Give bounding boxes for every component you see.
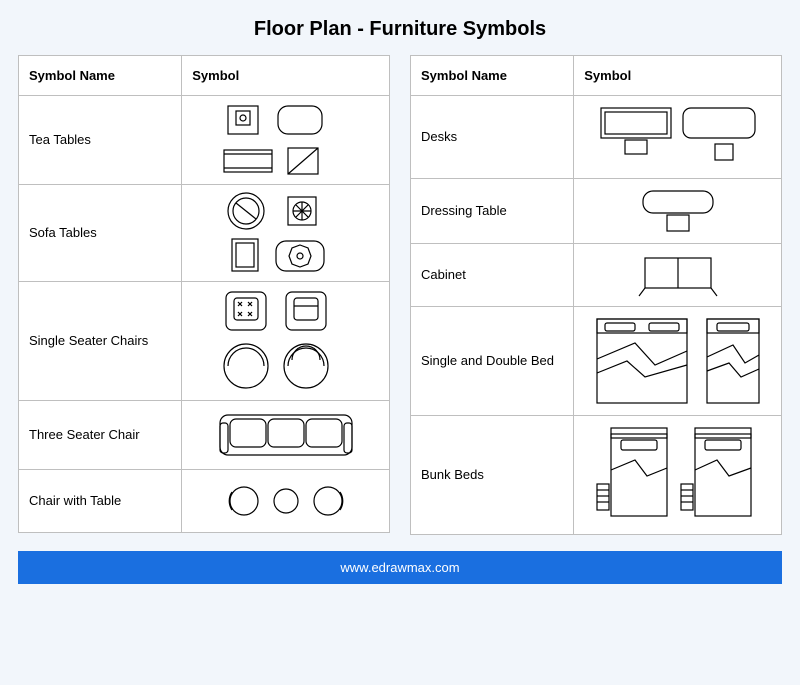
table-row: Tea Tables	[19, 96, 390, 185]
row-name: Tea Tables	[19, 96, 182, 185]
chair-with-table-icon	[196, 474, 376, 528]
table-row: Three Seater Chair	[19, 401, 390, 470]
row-name: Cabinet	[411, 244, 574, 307]
single-seater-chairs-icon	[196, 286, 376, 396]
tables-container: Symbol Name Symbol Tea Tables	[18, 55, 782, 535]
desks-icon	[583, 100, 773, 174]
row-name: Chair with Table	[19, 470, 182, 533]
row-name: Sofa Tables	[19, 185, 182, 282]
sofa-tables-icon	[196, 189, 376, 277]
table-row: Cabinet	[411, 244, 782, 307]
table-header-row: Symbol Name Symbol	[19, 56, 390, 96]
row-name: Bunk Beds	[411, 416, 574, 535]
col-symbol-name: Symbol Name	[19, 56, 182, 96]
footer-bar: www.edrawmax.com	[18, 551, 782, 584]
col-symbol: Symbol	[574, 56, 782, 96]
row-name: Single and Double Bed	[411, 307, 574, 416]
table-row: Single and Double Bed	[411, 307, 782, 416]
bunk-beds-icon	[583, 420, 773, 530]
table-row: Chair with Table	[19, 470, 390, 533]
row-symbol	[574, 96, 782, 179]
cabinet-icon	[583, 248, 773, 302]
col-symbol: Symbol	[182, 56, 390, 96]
dressing-table-icon	[583, 183, 773, 239]
left-table: Symbol Name Symbol Tea Tables	[18, 55, 390, 533]
col-symbol-name: Symbol Name	[411, 56, 574, 96]
row-name: Desks	[411, 96, 574, 179]
row-symbol	[182, 96, 390, 185]
table-row: Dressing Table	[411, 179, 782, 244]
table-header-row: Symbol Name Symbol	[411, 56, 782, 96]
row-symbol	[574, 244, 782, 307]
row-name: Three Seater Chair	[19, 401, 182, 470]
tea-tables-icon	[196, 100, 376, 180]
three-seater-chair-icon	[196, 405, 376, 465]
page-title: Floor Plan - Furniture Symbols	[18, 18, 782, 41]
row-symbol	[182, 470, 390, 533]
row-symbol	[574, 416, 782, 535]
table-row: Single Seater Chairs	[19, 282, 390, 401]
single-double-bed-icon	[583, 311, 773, 411]
table-row: Desks	[411, 96, 782, 179]
row-symbol	[182, 282, 390, 401]
table-row: Bunk Beds	[411, 416, 782, 535]
row-symbol	[182, 401, 390, 470]
row-name: Single Seater Chairs	[19, 282, 182, 401]
footer-link[interactable]: www.edrawmax.com	[340, 560, 459, 575]
row-symbol	[574, 307, 782, 416]
table-row: Sofa Tables	[19, 185, 390, 282]
row-name: Dressing Table	[411, 179, 574, 244]
row-symbol	[574, 179, 782, 244]
row-symbol	[182, 185, 390, 282]
right-table: Symbol Name Symbol Desks Dressing Table	[410, 55, 782, 535]
